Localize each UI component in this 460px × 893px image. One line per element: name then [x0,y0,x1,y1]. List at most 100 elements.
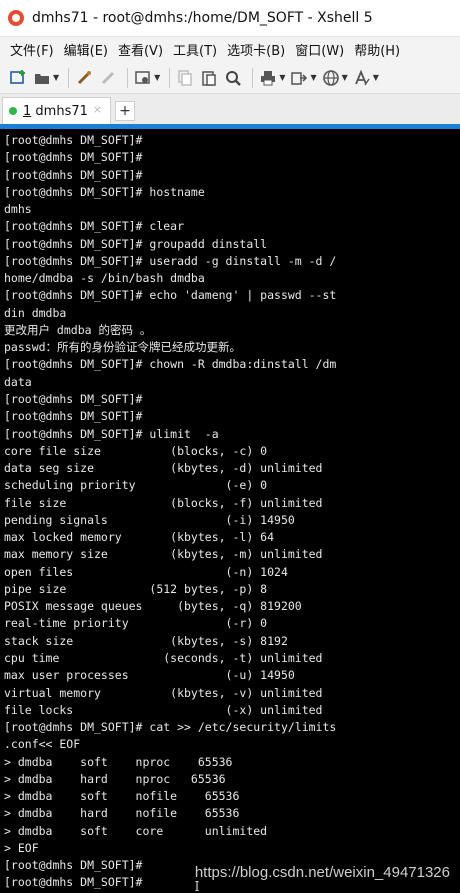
terminal-line: max user processes (-u) 14950 [4,668,295,683]
toolbar-separator [169,67,171,88]
terminal-line: cpu time (seconds, -t) unlimited [4,650,323,665]
toolbar-separator [127,67,129,88]
new-session-button[interactable] [8,66,28,90]
title-bar: dmhs71 - root@dmhs:/home/DM_SOFT - Xshel… [0,0,460,36]
terminal-line: real-time priority (-r) 0 [4,616,268,631]
tab-name: dmhs71 [35,103,88,119]
mouse-cursor-icon [195,881,199,891]
terminal-line: > dmdba hard nproc 65536 [4,771,226,786]
terminal-line: [root@dmhs DM_SOFT]# [4,150,143,165]
terminal-line: [root@dmhs DM_SOFT]# [4,391,143,406]
chevron-down-icon[interactable]: ▼ [154,73,160,82]
terminal-line: [root@dmhs DM_SOFT]# hostname [4,184,205,199]
terminal-line: passwd：所有的身份验证令牌已经成功更新。 [4,340,242,355]
menu-bar: 文件(F) 编辑(E) 查看(V) 工具(T) 选项卡(B) 窗口(W) 帮助(… [0,36,460,62]
menu-tools[interactable]: 工具(T) [173,40,217,59]
tab-strip: 1 dmhs71 × + [0,94,460,124]
terminal-line: core file size (blocks, -c) 0 [4,443,268,458]
find-button[interactable] [223,66,243,90]
terminal-line: pipe size (512 bytes, -p) 8 [4,581,268,596]
toolbar-separator [68,67,70,88]
terminal-line: max locked memory (kbytes, -l) 64 [4,530,275,545]
session-settings-button[interactable]: ▼ [133,66,160,90]
terminal-line: [root@dmhs DM_SOFT]# [4,167,143,182]
terminal-output: [root@dmhs DM_SOFT]# [root@dmhs DM_SOFT]#… [4,132,336,892]
menu-tabs[interactable]: 选项卡(B) [227,40,285,59]
terminal-line: file size (blocks, -f) unlimited [4,495,323,510]
menu-window[interactable]: 窗口(W) [295,40,344,59]
terminal-line: > EOF [4,840,39,855]
terminal-panel[interactable]: [root@dmhs DM_SOFT]# [root@dmhs DM_SOFT]#… [0,129,460,893]
connected-status-icon [9,107,17,115]
terminal-line: 更改用户 dmdba 的密码 。 [4,322,152,337]
tab-dmhs71[interactable]: 1 dmhs71 × [2,97,111,124]
menu-view[interactable]: 查看(V) [118,40,163,59]
terminal-line: [root@dmhs DM_SOFT]# [4,133,143,147]
toolbar: ▼ ▼ ▼ ▼ ▼ ▼ [0,62,460,94]
terminal-line: [root@dmhs DM_SOFT]# cat >> /etc/securit… [4,720,337,735]
menu-file[interactable]: 文件(F) [10,40,54,59]
chevron-down-icon[interactable]: ▼ [373,73,379,82]
paste-icon [199,68,219,88]
terminal-line: max memory size (kbytes, -m) unlimited [4,547,323,562]
terminal-line: data seg size (kbytes, -d) unlimited [4,461,323,476]
chevron-down-icon[interactable]: ▼ [53,73,59,82]
menu-help[interactable]: 帮助(H) [354,40,400,59]
terminal-line: stack size (kbytes, -s) 8192 [4,633,288,648]
xshell-logo-icon [8,10,24,26]
font-icon [352,68,372,88]
terminal-line: > dmdba soft nproc 65536 [4,754,233,769]
close-icon[interactable]: × [93,103,102,116]
session-settings-icon [133,68,153,88]
terminal-line: file locks (-x) unlimited [4,702,323,717]
terminal-line: > dmdba soft nofile 65536 [4,789,240,804]
globe-button[interactable]: ▼ [321,66,348,90]
find-icon [223,68,243,88]
new-tab-button[interactable]: + [115,101,135,121]
terminal-line: [root@dmhs DM_SOFT]# groupadd dinstall [4,236,268,251]
open-folder-icon [32,68,52,88]
toolbar-separator [252,67,254,88]
chevron-down-icon[interactable]: ▼ [342,73,348,82]
terminal-line: open files (-n) 1024 [4,564,288,579]
terminal-line: din dmdba [4,305,67,320]
terminal-line: dmhs [4,202,32,217]
terminal-line: [root@dmhs DM_SOFT]# echo 'dameng' | pas… [4,288,337,303]
copy-icon [175,68,195,88]
terminal-line: virtual memory (kbytes, -v) unlimited [4,685,323,700]
chevron-down-icon[interactable]: ▼ [310,73,316,82]
connect-icon [74,68,94,88]
tab-number: 1 [23,103,32,119]
watermark: https://blog.csdn.net/weixin_49471326 [194,864,450,881]
terminal-line: [root@dmhs DM_SOFT]# [4,409,143,424]
print-icon [258,68,278,88]
terminal-line: [root@dmhs DM_SOFT]# ulimit -a [4,426,219,441]
disconnect-button[interactable] [98,66,118,90]
terminal-line: .conf<< EOF [4,737,81,752]
window-title: dmhs71 - root@dmhs:/home/DM_SOFT - Xshel… [32,10,373,26]
terminal-line: > dmdba soft core unlimited [4,823,268,838]
terminal-line: [root@dmhs DM_SOFT]# useradd -g dinstall… [4,253,337,268]
terminal-line: pending signals (-i) 14950 [4,512,295,527]
terminal-line: [root@dmhs DM_SOFT]# chown -R dmdba:dins… [4,357,337,372]
disconnect-icon [98,68,118,88]
terminal-line: [root@dmhs DM_SOFT]# clear [4,219,185,234]
font-button[interactable]: ▼ [352,66,379,90]
open-button[interactable]: ▼ [32,66,59,90]
terminal-line: home/dmdba -s /bin/bash dmdba [4,271,205,286]
chevron-down-icon[interactable]: ▼ [279,73,285,82]
paste-button[interactable] [199,66,219,90]
transfer-button[interactable]: ▼ [289,66,317,90]
print-button[interactable]: ▼ [258,66,285,90]
copy-button[interactable] [175,66,195,90]
transfer-icon [289,68,309,88]
new-session-icon [8,68,28,88]
tab-label: 1 dmhs71 [23,104,88,119]
terminal-line: > dmdba hard nofile 65536 [4,806,240,821]
terminal-line: scheduling priority (-e) 0 [4,478,268,493]
globe-icon [321,68,341,88]
connect-button[interactable] [74,66,94,90]
menu-edit[interactable]: 编辑(E) [64,40,108,59]
terminal-line: POSIX message queues (bytes, -q) 819200 [4,599,302,614]
terminal-line: data [4,374,32,389]
